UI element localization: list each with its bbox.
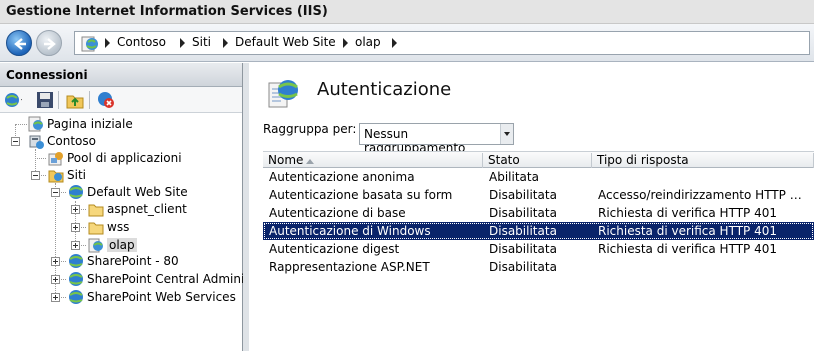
expand-toggle[interactable]: [51, 257, 60, 266]
page-title: Autenticazione: [317, 79, 452, 100]
expand-toggle[interactable]: [51, 293, 60, 302]
application-globe-icon: [88, 238, 103, 253]
column-header-name[interactable]: Nome: [263, 153, 483, 168]
feature-pane: Autenticazione Raggruppa per: Nessun rag…: [249, 63, 814, 351]
list-header: Nome Stato Tipo di risposta: [263, 151, 814, 168]
breadcrumb-default-web-site[interactable]: Default Web Site: [235, 35, 336, 49]
group-by-dropdown[interactable]: Nessun raggruppamento: [359, 123, 514, 155]
group-by-label: Raggruppa per:: [263, 122, 357, 136]
breadcrumb-contoso[interactable]: Contoso: [117, 35, 166, 49]
website-globe-icon: [69, 254, 83, 268]
chevron-down-icon[interactable]: [500, 124, 513, 144]
table-row[interactable]: Autenticazione basata su form Disabilita…: [263, 186, 814, 204]
connect-globe-icon[interactable]: [4, 91, 22, 109]
column-header-response-type[interactable]: Tipo di risposta: [592, 153, 814, 168]
breadcrumb-olap[interactable]: olap: [355, 35, 381, 49]
folder-up-icon[interactable]: [66, 91, 84, 109]
expand-toggle[interactable]: [51, 275, 60, 284]
authentication-icon: [268, 80, 298, 108]
arrow-left-icon: [14, 38, 26, 50]
folder-icon: [88, 204, 104, 217]
table-row[interactable]: Autenticazione anonima Abilitata: [263, 168, 814, 186]
collapse-toggle[interactable]: [11, 137, 20, 146]
globe-page-icon: [81, 36, 98, 52]
app-pool-icon: [48, 152, 63, 166]
folder-icon: [88, 222, 104, 235]
title-bar: Gestione Internet Information Services (…: [0, 0, 814, 24]
collapse-toggle[interactable]: [31, 171, 40, 180]
website-globe-icon: [69, 272, 83, 286]
save-icon[interactable]: [36, 91, 54, 109]
website-globe-icon: [69, 290, 83, 304]
table-row[interactable]: Autenticazione digest Disabilitata Richi…: [263, 240, 814, 258]
authentication-list: Nome Stato Tipo di risposta Autenticazio…: [263, 151, 814, 276]
back-button[interactable]: [6, 30, 32, 56]
table-row[interactable]: Autenticazione di base Disabilitata Rich…: [263, 204, 814, 222]
table-row[interactable]: Rappresentazione ASP.NET Disabilitata: [263, 258, 814, 276]
window-title: Gestione Internet Information Services (…: [6, 4, 328, 19]
connections-header: Connessioni: [0, 63, 242, 87]
sites-folder-icon: [48, 170, 64, 183]
sort-ascending-icon: [306, 159, 314, 164]
table-row-selected[interactable]: Autenticazione di Windows Disabilitata R…: [263, 222, 814, 240]
navigation-bar: Contoso Siti Default Web Site olap: [0, 24, 814, 62]
expand-toggle[interactable]: [71, 241, 80, 250]
expand-toggle[interactable]: [71, 205, 80, 214]
home-page-icon: [28, 116, 43, 132]
website-globe-icon: [69, 185, 83, 199]
forward-button[interactable]: [36, 30, 62, 56]
arrow-right-icon: [44, 38, 56, 50]
disconnect-icon[interactable]: [97, 91, 115, 109]
breadcrumb-siti[interactable]: Siti: [192, 35, 211, 49]
address-bar[interactable]: Contoso Siti Default Web Site olap: [74, 31, 810, 55]
collapse-toggle[interactable]: [51, 188, 60, 197]
column-header-status[interactable]: Stato: [483, 153, 592, 168]
connections-tree: Pagina iniziale Contoso Pool di applicaz…: [0, 115, 268, 351]
connections-toolbar: [0, 87, 242, 113]
connections-pane: Connessioni Pagina iniziale Contoso Pool…: [0, 63, 268, 351]
server-icon: [29, 135, 44, 149]
expand-toggle[interactable]: [71, 223, 80, 232]
